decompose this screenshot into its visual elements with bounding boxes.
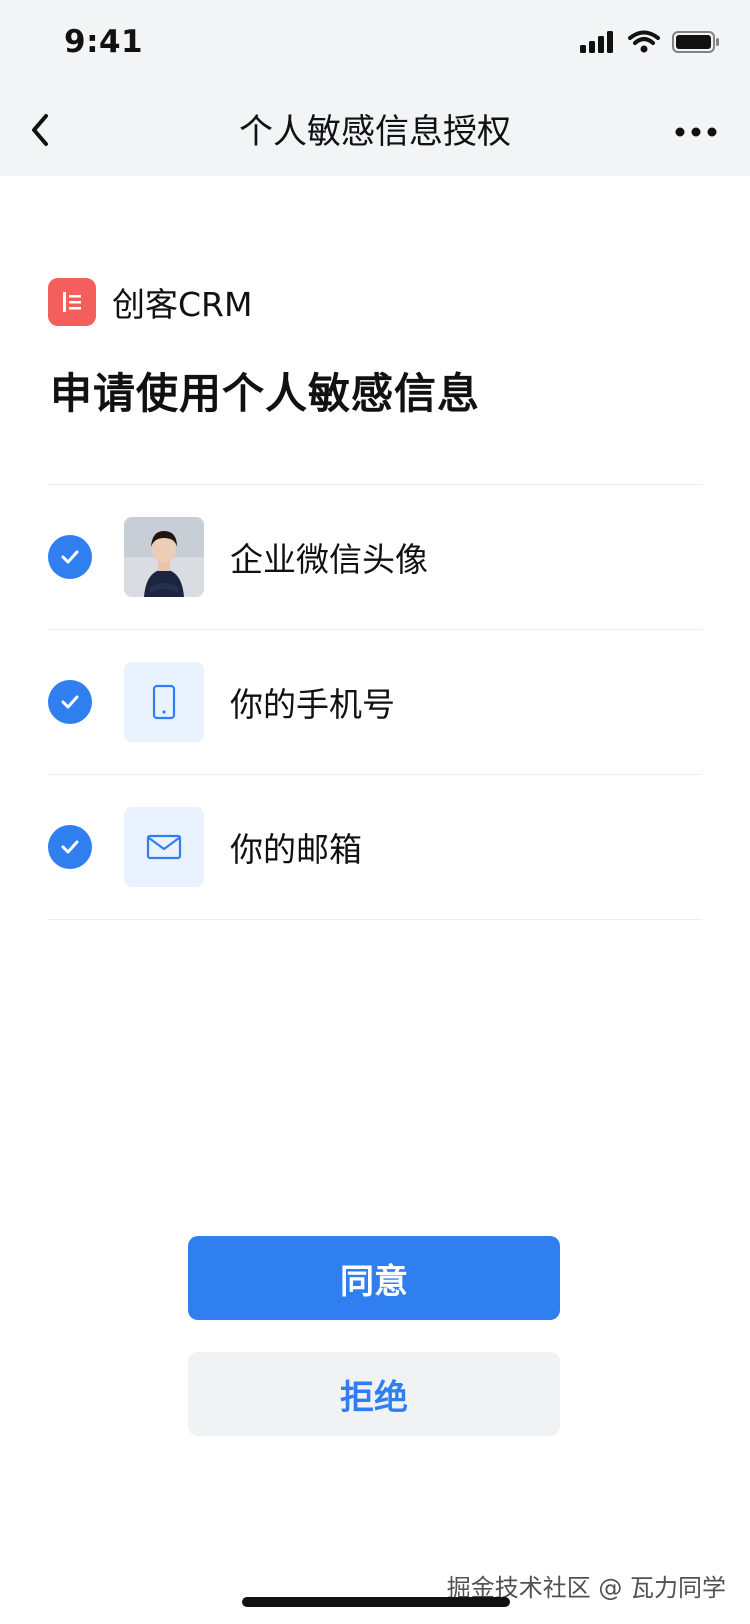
checkbox-checked[interactable] (48, 535, 92, 579)
app-logo (48, 278, 96, 326)
status-time: 9:41 (64, 24, 144, 60)
screen: 9:41 个人敏感信息授权 创客CRM 申请使用个人敏感信息 企业微信头像 你的… (0, 0, 750, 1624)
top-bar: 9:41 个人敏感信息授权 (0, 0, 750, 176)
permission-item-avatar[interactable]: 企业微信头像 (48, 485, 702, 630)
item-label: 你的手机号 (230, 685, 395, 724)
mail-icon (146, 834, 182, 860)
item-label: 你的邮箱 (230, 830, 362, 869)
item-label: 企业微信头像 (230, 540, 428, 579)
signal-icon (580, 30, 616, 58)
permission-item-email[interactable]: 你的邮箱 (48, 775, 702, 920)
agree-button[interactable]: 同意 (188, 1236, 560, 1320)
reject-button[interactable]: 拒绝 (188, 1352, 560, 1436)
document-icon (63, 292, 81, 312)
page-headline: 申请使用个人敏感信息 (50, 369, 481, 418)
wifi-icon (628, 30, 660, 58)
checkmark-icon (61, 840, 79, 854)
app-name: 创客CRM (112, 285, 253, 324)
checkbox-checked[interactable] (48, 825, 92, 869)
mail-tile (124, 807, 204, 887)
avatar-photo (124, 517, 204, 597)
phone-tile (124, 662, 204, 742)
permission-list: 企业微信头像 你的手机号 你的邮箱 (48, 484, 702, 920)
more-icon (675, 127, 717, 137)
page-title: 个人敏感信息授权 (239, 112, 511, 152)
checkmark-icon (61, 695, 79, 709)
home-indicator (242, 1597, 510, 1607)
phone-icon (152, 684, 176, 720)
avatar (124, 517, 204, 597)
permission-item-phone[interactable]: 你的手机号 (48, 630, 702, 775)
battery-icon (672, 30, 720, 58)
app-info: 创客CRM (48, 278, 252, 326)
more-button[interactable] (672, 118, 720, 146)
checkmark-icon (61, 550, 79, 564)
status-icons (580, 30, 720, 58)
checkbox-checked[interactable] (48, 680, 92, 724)
